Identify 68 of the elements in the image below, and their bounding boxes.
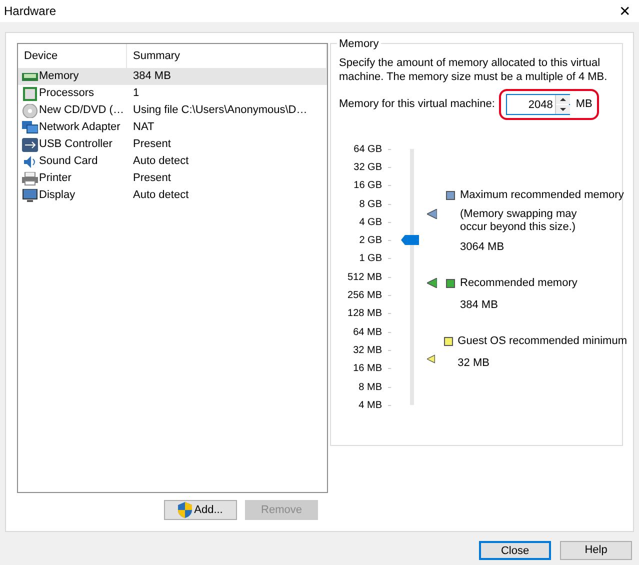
device-row[interactable]: Printer Present bbox=[18, 170, 327, 187]
tick-label: 64 MB bbox=[353, 326, 382, 340]
speaker-icon bbox=[22, 154, 38, 168]
unit-label: MB bbox=[576, 97, 592, 112]
tick-label: 1 GB bbox=[359, 252, 382, 266]
marker-triangle-icon bbox=[427, 209, 437, 219]
tick-label: 8 GB bbox=[359, 198, 382, 212]
device-summary: Present bbox=[133, 171, 171, 186]
tick-label: 4 GB bbox=[359, 216, 382, 230]
close-dialog-button[interactable]: Close bbox=[479, 541, 551, 560]
device-name: Network Adapter bbox=[39, 120, 120, 136]
marker-triangle-icon bbox=[427, 278, 437, 288]
tick-label: 128 MB bbox=[348, 307, 382, 322]
slider-thumb[interactable] bbox=[401, 235, 419, 246]
tick-label: 32 GB bbox=[354, 160, 382, 175]
chip-icon bbox=[22, 86, 38, 100]
close-button[interactable]: ✕ bbox=[619, 4, 631, 18]
device-name: New CD/DVD (… bbox=[39, 103, 124, 118]
marker-triangle-icon bbox=[427, 354, 435, 364]
tick-label: 64 GB bbox=[354, 142, 382, 157]
tick-label: 2 GB bbox=[359, 234, 382, 248]
tick-label: 16 GB bbox=[354, 179, 382, 194]
memory-field-label: Memory for this virtual machine: bbox=[339, 97, 495, 112]
device-name: Sound Card bbox=[39, 154, 98, 170]
help-button[interactable]: Help bbox=[560, 541, 632, 560]
monitor-icon bbox=[22, 188, 38, 202]
device-row[interactable]: Display Auto detect bbox=[18, 187, 327, 204]
monitors-icon bbox=[22, 120, 38, 134]
memory-spinner[interactable]: 2048 bbox=[506, 94, 570, 115]
usb-icon bbox=[22, 138, 38, 152]
device-summary: Present bbox=[133, 137, 171, 152]
device-row[interactable]: Processors 1 bbox=[18, 85, 327, 102]
device-summary: 1 bbox=[133, 86, 140, 102]
legend-label: Guest OS recommended minimum bbox=[458, 334, 627, 349]
device-name: Memory bbox=[39, 69, 79, 84]
tick-label: 512 MB bbox=[348, 270, 382, 285]
window-title: Hardware bbox=[4, 3, 56, 20]
device-row[interactable]: New CD/DVD (… Using file C:\Users\Anonymous\D… bbox=[18, 102, 327, 119]
tick-label: 4 MB bbox=[358, 398, 382, 413]
device-summary: 384 MB bbox=[133, 69, 171, 84]
device-name: Processors bbox=[39, 86, 94, 102]
device-summary: Using file C:\Users\Anonymous\D… bbox=[133, 103, 308, 118]
device-summary: NAT bbox=[133, 120, 154, 136]
add-button[interactable]: Add... bbox=[164, 500, 237, 520]
legend-value: 32 MB bbox=[458, 356, 490, 370]
tick-label: 256 MB bbox=[348, 289, 382, 304]
printer-icon bbox=[22, 172, 38, 186]
device-row[interactable]: Network Adapter NAT bbox=[18, 119, 327, 136]
device-row[interactable]: Memory 384 MB bbox=[18, 68, 327, 85]
device-name: USB Controller bbox=[39, 137, 112, 152]
tick-label: 16 MB bbox=[353, 362, 382, 376]
legend-value: 3064 MB bbox=[460, 240, 506, 254]
memory-description: Specify the amount of memory allocated to this virtual machine. The memory size must be a multiple of 4 MB. bbox=[339, 56, 608, 84]
device-summary: Auto detect bbox=[133, 154, 189, 170]
group-title: Memory bbox=[337, 36, 381, 52]
tick-label: 32 MB bbox=[353, 344, 382, 358]
legend-label: Recommended memory bbox=[460, 276, 578, 291]
spin-down-icon[interactable] bbox=[556, 105, 570, 114]
device-row[interactable]: USB Controller Present bbox=[18, 136, 327, 153]
spin-up-icon[interactable] bbox=[556, 95, 570, 104]
legend-label: Maximum recommended memory bbox=[460, 188, 624, 203]
legend-note: (Memory swapping may occur beyond this size.) bbox=[460, 208, 578, 234]
device-summary: Auto detect bbox=[133, 188, 189, 204]
tick-label: 8 MB bbox=[358, 380, 382, 394]
device-name: Printer bbox=[39, 171, 72, 186]
device-row[interactable]: Sound Card Auto detect bbox=[18, 153, 327, 170]
legend-value: 384 MB bbox=[460, 298, 499, 312]
device-name: Display bbox=[39, 188, 76, 204]
